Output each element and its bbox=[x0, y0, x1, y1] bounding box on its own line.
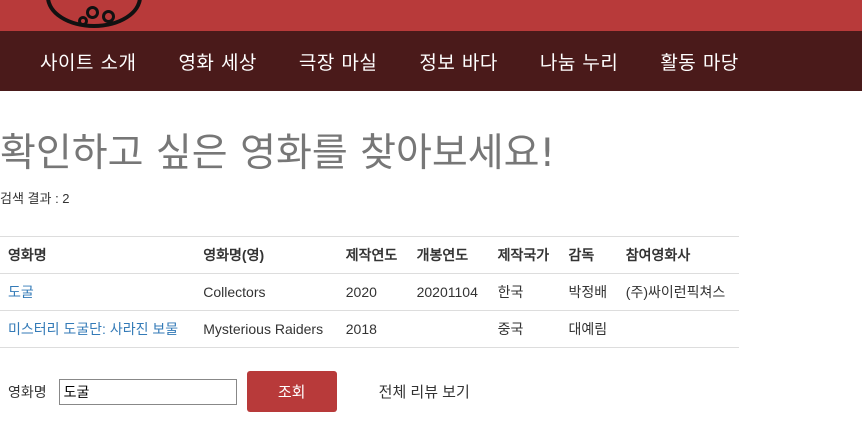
companies bbox=[617, 310, 739, 348]
nav-item-theater[interactable]: 극장 마실 bbox=[299, 48, 377, 75]
column-header-director: 감독 bbox=[560, 236, 618, 274]
country: 한국 bbox=[489, 273, 561, 311]
movie-title-en: Mysterious Raiders bbox=[195, 310, 338, 348]
director: 대예림 bbox=[560, 310, 618, 348]
column-header-production-year: 제작연도 bbox=[337, 236, 409, 274]
search-button[interactable]: 조회 bbox=[246, 371, 337, 412]
release-date bbox=[408, 310, 490, 348]
companies: (주)싸이런픽쳐스 bbox=[617, 273, 739, 311]
all-reviews-link[interactable]: 전체 리뷰 보기 bbox=[379, 381, 470, 402]
top-banner bbox=[0, 0, 862, 31]
result-count: 검색 결과 : 2 bbox=[0, 191, 70, 206]
search-form: 영화명 조회 전체 리뷰 보기 bbox=[8, 371, 470, 412]
release-date: 20201104 bbox=[408, 273, 490, 311]
column-header-release-date: 개봉연도 bbox=[408, 236, 490, 274]
movie-title-en: Collectors bbox=[195, 273, 338, 311]
production-year: 2020 bbox=[337, 273, 409, 311]
country: 중국 bbox=[489, 310, 561, 348]
director: 박정배 bbox=[560, 273, 618, 311]
page-title: 확인하고 싶은 영화를 찾아보세요! bbox=[0, 131, 556, 176]
table-header-row: 영화명 영화명(영) 제작연도 개봉연도 제작국가 감독 참여영화사 bbox=[0, 236, 739, 274]
search-input[interactable] bbox=[58, 378, 237, 405]
movie-title-link[interactable]: 도굴 bbox=[0, 273, 196, 311]
reel-hole bbox=[78, 16, 88, 26]
main-nav: 사이트 소개 영화 세상 극장 마실 정보 바다 나눔 누리 활동 마당 bbox=[0, 31, 862, 91]
column-header-title-en: 영화명(영) bbox=[195, 236, 338, 274]
nav-item-sharing[interactable]: 나눔 누리 bbox=[540, 48, 618, 75]
nav-item-info[interactable]: 정보 바다 bbox=[419, 48, 497, 75]
table-row: 미스터리 도굴단: 사라진 보물 Mysterious Raiders 2018… bbox=[0, 310, 739, 348]
column-header-title: 영화명 bbox=[0, 236, 196, 274]
production-year: 2018 bbox=[337, 310, 409, 348]
table-row: 도굴 Collectors 2020 20201104 한국 박정배 (주)싸이… bbox=[0, 273, 739, 311]
movie-title-link[interactable]: 미스터리 도굴단: 사라진 보물 bbox=[0, 310, 196, 348]
film-reel-logo-icon[interactable] bbox=[46, 0, 142, 28]
results-table: 영화명 영화명(영) 제작연도 개봉연도 제작국가 감독 참여영화사 도굴 Co… bbox=[0, 236, 739, 348]
search-label: 영화명 bbox=[8, 383, 47, 400]
nav-item-activity[interactable]: 활동 마당 bbox=[660, 48, 738, 75]
nav-item-movie-world[interactable]: 영화 세상 bbox=[178, 48, 256, 75]
reel-hole bbox=[86, 6, 99, 19]
column-header-country: 제작국가 bbox=[489, 236, 561, 274]
column-header-companies: 참여영화사 bbox=[617, 236, 739, 274]
nav-item-site-intro[interactable]: 사이트 소개 bbox=[40, 48, 136, 75]
reel-hole bbox=[102, 10, 115, 23]
